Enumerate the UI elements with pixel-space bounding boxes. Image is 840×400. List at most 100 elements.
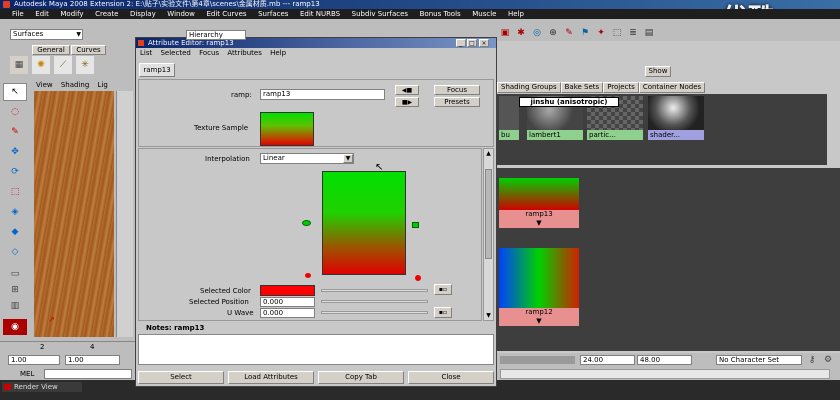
shelf-tab-curves[interactable]: Curves xyxy=(71,45,106,55)
input-connection-icon[interactable]: ◀■ xyxy=(395,85,419,95)
selected-color-slider[interactable] xyxy=(321,289,428,292)
history-icon[interactable]: ⊕ xyxy=(548,28,558,38)
render-view-task[interactable]: Render View xyxy=(2,382,82,392)
menu-bonus-tools[interactable]: Bonus Tools xyxy=(420,9,461,19)
lasso-tool-icon[interactable]: ◌ xyxy=(3,103,27,121)
ae-menu-list[interactable]: List xyxy=(140,49,152,57)
ae-menu-focus[interactable]: Focus xyxy=(199,49,219,57)
material-bu[interactable]: bu xyxy=(499,96,519,140)
scroll-thumb[interactable] xyxy=(485,169,492,259)
ramp-handle-bottom-left[interactable] xyxy=(305,273,311,278)
output-connection-icon[interactable]: ■▶ xyxy=(395,97,419,107)
tab-projects[interactable]: Projects xyxy=(603,82,639,93)
playback-start-field[interactable]: 1.00 xyxy=(65,355,120,365)
shelf-tab-general[interactable]: General xyxy=(32,45,70,55)
maximize-button[interactable]: □ xyxy=(467,39,477,47)
mode-select[interactable]: Surfaces ▼ xyxy=(10,29,83,40)
node-ramp13[interactable]: ramp13 ▼ xyxy=(499,178,579,230)
auto-key-icon[interactable]: ⚷ xyxy=(806,354,818,366)
menu-file[interactable]: File xyxy=(12,9,24,19)
menu-help[interactable]: Help xyxy=(508,9,524,19)
render-view-shortcut-icon[interactable]: ◉ xyxy=(3,319,27,335)
ramp-handle-bottom-right[interactable] xyxy=(415,275,421,281)
select-button[interactable]: Select xyxy=(138,371,224,384)
node-ramp12[interactable]: ramp12 ▼ xyxy=(499,248,579,328)
move-tool-icon[interactable]: ✥ xyxy=(3,143,27,161)
scroll-down-icon[interactable]: ▼ xyxy=(484,311,493,320)
ae-menu-help[interactable]: Help xyxy=(270,49,286,57)
viewport-menu-shading[interactable]: Shading xyxy=(61,81,89,89)
scale-tool-icon[interactable]: ⬚ xyxy=(3,183,27,201)
preferences-icon[interactable]: ⚙ xyxy=(822,354,834,366)
ae-menu-attributes[interactable]: Attributes xyxy=(227,49,262,57)
snap-curve-icon[interactable]: ✱ xyxy=(516,28,526,38)
layout-two-icon[interactable]: ▥ xyxy=(3,299,27,313)
viewport-menu-view[interactable]: View xyxy=(36,81,53,89)
close-icon[interactable]: × xyxy=(479,39,489,47)
channel-box-icon[interactable]: ≣ xyxy=(628,28,638,38)
menu-edit-curves[interactable]: Edit Curves xyxy=(206,9,246,19)
menu-modify[interactable]: Modify xyxy=(60,9,83,19)
ae-menu-selected[interactable]: Selected xyxy=(160,49,190,57)
scroll-up-icon[interactable]: ▲ xyxy=(484,149,493,158)
layout-four-icon[interactable]: ⊞ xyxy=(3,283,27,297)
last-tool-icon[interactable]: ◇ xyxy=(3,243,27,261)
start-time-field[interactable]: 1.00 xyxy=(8,355,60,365)
mel-input[interactable] xyxy=(44,369,132,379)
map-u-wave-button[interactable]: ▪▫ xyxy=(434,307,452,318)
selected-color-swatch[interactable] xyxy=(260,285,315,296)
tab-bake-sets[interactable]: Bake Sets xyxy=(560,82,604,93)
selected-position-field[interactable]: 0.000 xyxy=(260,297,315,307)
focus-button[interactable]: Focus xyxy=(434,85,480,95)
u-wave-slider[interactable] xyxy=(321,311,428,314)
manipulator-icon[interactable]: ◈ xyxy=(3,203,27,221)
range-bar[interactable] xyxy=(500,356,575,364)
ae-tab-ramp13[interactable]: ramp13 xyxy=(139,63,175,77)
render-icon[interactable]: ✎ xyxy=(564,28,574,38)
node-ramp13-expand-icon[interactable]: ▼ xyxy=(536,219,541,227)
ramp-gradient[interactable] xyxy=(322,171,406,275)
tab-shading-groups[interactable]: Shading Groups xyxy=(497,82,561,93)
viewport-menu-lighting[interactable]: Lig xyxy=(98,81,108,89)
show-button[interactable]: Show xyxy=(645,66,671,77)
range-end-field[interactable]: 48.00 xyxy=(637,355,692,365)
ramp-handle-top-right[interactable] xyxy=(412,222,419,228)
ramp-handle-top-left[interactable] xyxy=(302,220,311,226)
hypershade-hierarchy-field[interactable]: Hierarchy xyxy=(186,30,246,40)
menu-window[interactable]: Window xyxy=(167,9,195,19)
ramp-name-field[interactable]: ramp13 xyxy=(260,89,385,100)
menu-subdiv-surfaces[interactable]: Subdiv Surfaces xyxy=(352,9,408,19)
soft-mod-icon[interactable]: ◆ xyxy=(3,223,27,241)
character-set-field[interactable]: No Character Set xyxy=(716,355,802,365)
viewport-wood-render[interactable] xyxy=(34,91,114,337)
select-tool-icon[interactable]: ↖ xyxy=(3,83,27,101)
render-globals-icon[interactable]: ✦ xyxy=(596,28,606,38)
layout-single-icon[interactable]: ▭ xyxy=(3,267,27,281)
u-wave-field[interactable]: 0.000 xyxy=(260,308,315,318)
minimize-button[interactable]: _ xyxy=(456,39,466,47)
copy-tab-button[interactable]: Copy Tab xyxy=(318,371,404,384)
camera-icon[interactable]: ⬚ xyxy=(612,28,622,38)
snap-point-icon[interactable]: ◎ xyxy=(532,28,542,38)
folder-icon[interactable]: ▦ xyxy=(10,56,28,74)
menu-surfaces[interactable]: Surfaces xyxy=(258,9,288,19)
selected-position-slider[interactable] xyxy=(321,300,428,303)
ae-scrollbar[interactable]: ▲ ▼ xyxy=(483,148,494,321)
light-icon[interactable]: ✺ xyxy=(32,56,50,74)
menu-edit-nurbs[interactable]: Edit NURBS xyxy=(300,9,340,19)
time-slider[interactable]: 2 4 xyxy=(0,341,135,353)
paint-select-icon[interactable]: ✎ xyxy=(3,123,27,141)
menu-edit[interactable]: Edit xyxy=(35,9,49,19)
texture-sample-swatch[interactable] xyxy=(260,112,314,146)
snap-grid-icon[interactable]: ▣ xyxy=(500,28,510,38)
interpolation-select[interactable]: Linear ▼ xyxy=(260,153,354,164)
menu-create[interactable]: Create xyxy=(95,9,118,19)
map-color-button[interactable]: ▪▫ xyxy=(434,284,452,295)
notes-textarea[interactable] xyxy=(138,334,494,365)
rotate-tool-icon[interactable]: ⟳ xyxy=(3,163,27,181)
menu-display[interactable]: Display xyxy=(130,9,156,19)
paint-effects-icon[interactable]: ⟋ xyxy=(54,56,72,74)
ipr-render-icon[interactable]: ⚑ xyxy=(580,28,590,38)
tab-container-nodes[interactable]: Container Nodes xyxy=(638,82,706,93)
sparkle-icon[interactable]: ✳ xyxy=(76,56,94,74)
